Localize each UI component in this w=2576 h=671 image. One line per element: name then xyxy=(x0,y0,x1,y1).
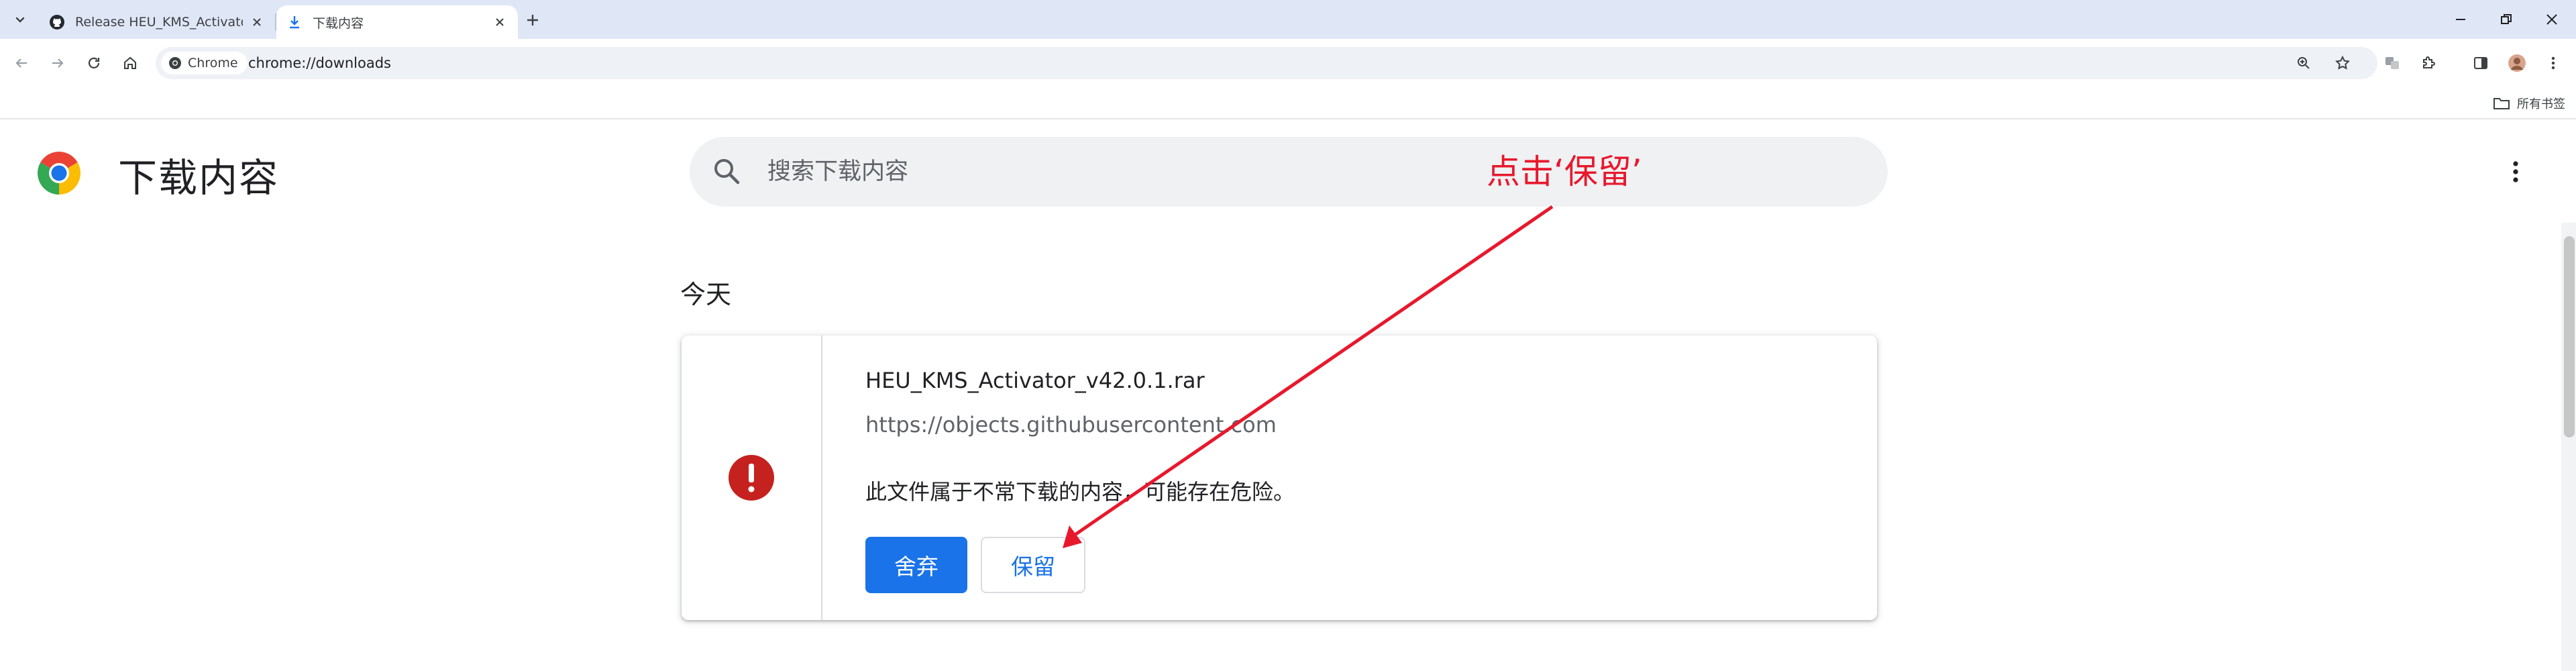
address-bar[interactable]: Chrome chrome://downloads xyxy=(156,47,2377,79)
restore-icon xyxy=(2501,14,2512,24)
site-info-chip[interactable]: Chrome xyxy=(161,52,248,74)
close-window-button[interactable] xyxy=(2532,3,2572,36)
arrow-right-icon xyxy=(52,58,64,68)
discard-button[interactable]: 舍弃 xyxy=(865,537,967,593)
translate-icon xyxy=(2385,57,2399,69)
side-panel-button[interactable] xyxy=(2469,51,2493,75)
search-icon xyxy=(714,159,740,185)
all-bookmarks-button[interactable]: 所有书签 xyxy=(2493,93,2565,114)
downloads-page: 下载内容 今天 HEU_KMS_Activator_v42.0.1.rar ht… xyxy=(0,121,2576,671)
annotation-label: 点击‘保留’ xyxy=(1487,152,1642,191)
side-panel-icon xyxy=(2474,57,2487,69)
more-options-button[interactable] xyxy=(2500,156,2532,188)
download-icon xyxy=(286,13,303,31)
bookmark-star-button[interactable] xyxy=(2330,51,2355,75)
chrome-menu-button[interactable] xyxy=(2541,51,2565,75)
file-name[interactable]: HEU_KMS_Activator_v42.0.1.rar xyxy=(865,368,1205,393)
chrome-icon xyxy=(168,56,182,70)
plus-icon xyxy=(527,15,538,25)
folder-icon xyxy=(2493,98,2510,109)
tab-strip: Release HEU_KMS_Activator 下载内容 xyxy=(0,0,2576,39)
chrome-logo-icon xyxy=(38,152,80,195)
card-divider xyxy=(821,336,822,620)
scrollbar-thumb[interactable] xyxy=(2564,236,2575,437)
forward-button[interactable] xyxy=(46,51,70,75)
minimize-icon xyxy=(2456,19,2465,20)
more-vert-icon xyxy=(2551,56,2555,70)
new-tab-button[interactable] xyxy=(521,8,545,32)
more-vert-icon xyxy=(2513,161,2518,183)
home-icon xyxy=(124,56,136,69)
avatar xyxy=(2508,54,2526,72)
chevron-down-icon xyxy=(15,17,25,23)
dangerous-warning-icon xyxy=(729,455,774,501)
downloads-search[interactable] xyxy=(690,137,1888,207)
danger-warning-text: 此文件属于不常下载的内容，可能存在危险。 xyxy=(865,479,1295,505)
browser-toolbar: Chrome chrome://downloads xyxy=(0,39,2576,87)
close-icon[interactable] xyxy=(491,13,508,31)
close-icon xyxy=(2546,14,2557,25)
bookmarks-bar: 所有书签 xyxy=(0,87,2576,119)
restore-button[interactable] xyxy=(2486,3,2526,36)
chip-label: Chrome xyxy=(188,56,238,70)
tab-github-release[interactable]: Release HEU_KMS_Activator xyxy=(39,5,275,39)
file-source-url[interactable]: https://objects.githubusercontent.com xyxy=(865,412,1277,437)
close-icon[interactable] xyxy=(248,13,266,31)
all-bookmarks-label: 所有书签 xyxy=(2517,97,2565,111)
profile-button[interactable] xyxy=(2505,51,2529,75)
home-button[interactable] xyxy=(118,51,142,75)
reload-button[interactable] xyxy=(82,51,106,75)
keep-button[interactable]: 保留 xyxy=(981,537,1085,593)
zoom-icon xyxy=(2298,57,2310,69)
puzzle-icon xyxy=(2423,56,2435,68)
download-item-card: HEU_KMS_Activator_v42.0.1.rar https://ob… xyxy=(682,336,1877,620)
date-section-header: 今天 xyxy=(680,280,732,309)
page-title: 下载内容 xyxy=(118,155,280,201)
star-icon xyxy=(2335,55,2350,70)
extensions-button[interactable] xyxy=(2416,51,2440,75)
url-text[interactable]: chrome://downloads xyxy=(248,47,391,79)
minimize-button[interactable] xyxy=(2440,3,2481,36)
back-button[interactable] xyxy=(9,51,34,75)
zoom-button[interactable] xyxy=(2292,51,2316,75)
search-input[interactable] xyxy=(767,152,1841,192)
tab-search-button[interactable] xyxy=(7,7,34,34)
tab-title: Release HEU_KMS_Activator xyxy=(75,15,243,30)
tab-downloads[interactable]: 下载内容 xyxy=(276,5,518,39)
github-icon xyxy=(48,13,66,31)
reload-icon xyxy=(88,57,100,68)
translate-button[interactable] xyxy=(2380,51,2404,75)
arrow-left-icon xyxy=(15,58,27,68)
tab-title: 下载内容 xyxy=(313,15,364,31)
